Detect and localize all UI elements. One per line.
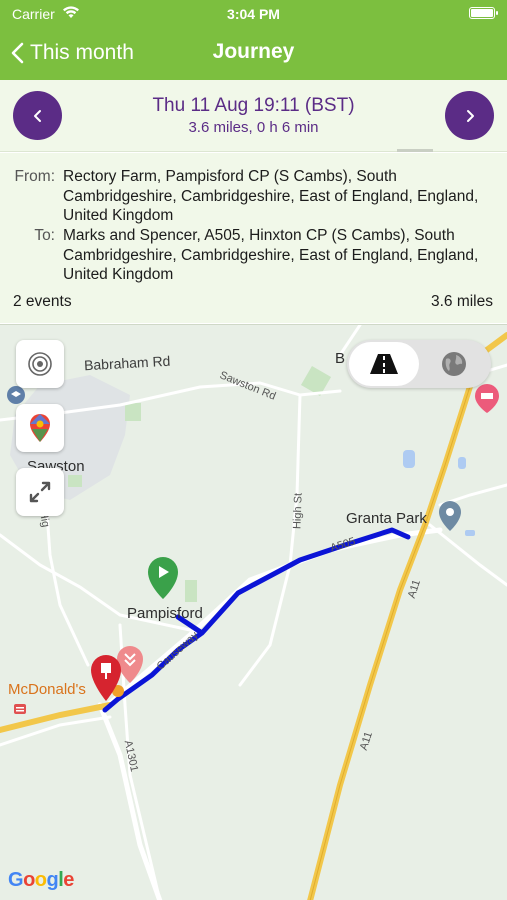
map-label-mcdonalds: McDonald's (8, 681, 86, 698)
map-canvas (0, 325, 507, 900)
map-label-high-st: High St (291, 492, 305, 530)
page-title: Journey (212, 40, 295, 63)
map-type-toggle[interactable] (347, 340, 491, 388)
journey-date: Thu 11 Aug 19:11 (BST) (152, 95, 355, 116)
app-header: Carrier 3:04 PM This month Journey (0, 0, 507, 80)
next-journey-button[interactable] (445, 91, 494, 140)
scroll-indicator (397, 149, 433, 152)
globe-icon (442, 352, 466, 376)
journey-summary: Thu 11 Aug 19:11 (BST) 3.6 miles, 0 h 6 … (0, 80, 507, 152)
google-maps-button[interactable] (16, 404, 64, 452)
map-label-pampisford: Pampisford (127, 605, 203, 622)
from-label: From: (14, 168, 55, 185)
nav-bar: This month Journey (0, 30, 507, 76)
expand-icon (29, 481, 51, 503)
battery-icon (469, 7, 498, 19)
to-address: Marks and Spencer, A505, Hinxton CP (S C… (63, 227, 479, 283)
events-count[interactable]: 2 events (13, 293, 72, 311)
clock: 3:04 PM (227, 6, 280, 22)
maps-pin-icon (30, 414, 50, 442)
journey-details: From: Rectory Farm, Pampisford CP (S Cam… (0, 153, 507, 323)
chevron-right-icon (466, 109, 474, 122)
journey-distance-duration: 3.6 miles, 0 h 6 min (188, 119, 319, 136)
route-map[interactable]: Babraham Rd Sawston Rd Sawston High St H… (0, 324, 507, 900)
total-distance: 3.6 miles (430, 293, 493, 310)
to-label: To: (34, 227, 55, 244)
satellite-map-option[interactable] (419, 342, 489, 386)
from-address: Rectory Farm, Pampisford CP (S Cambs), S… (63, 168, 479, 224)
expand-map-button[interactable] (16, 468, 64, 516)
location-button[interactable] (16, 340, 64, 388)
target-icon (28, 352, 52, 376)
road-icon (370, 354, 398, 374)
map-label-partial-b: B (335, 350, 346, 367)
map-label-granta-park: Granta Park (346, 510, 427, 527)
status-bar: Carrier 3:04 PM (0, 0, 507, 28)
road-map-option[interactable] (349, 342, 419, 386)
google-logo: Google (8, 869, 74, 891)
